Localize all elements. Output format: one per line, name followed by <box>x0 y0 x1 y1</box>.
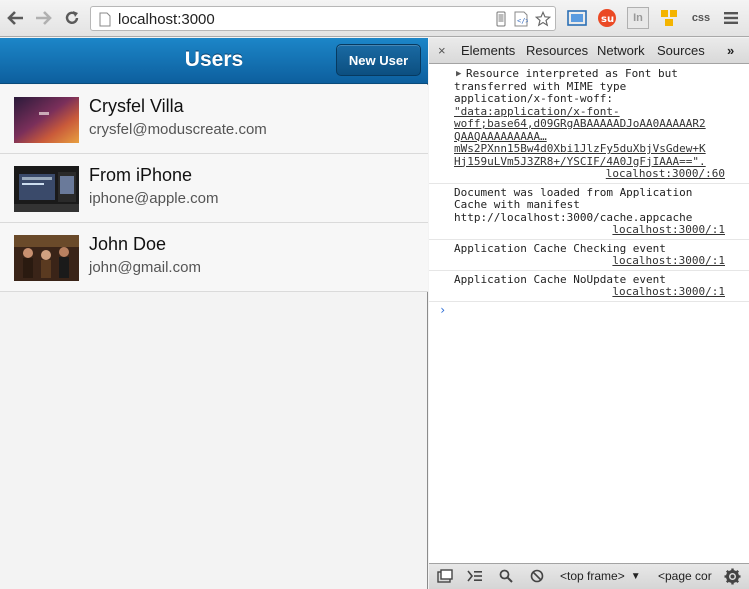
gear-icon[interactable] <box>724 568 741 585</box>
list-item[interactable]: From iPhone iphone@apple.com <box>0 154 428 223</box>
user-email: crysfel@moduscreate.com <box>89 121 267 138</box>
mobile-icon[interactable] <box>493 11 509 27</box>
console-message: ▶ Resource interpreted as Font but trans… <box>429 65 749 184</box>
address-bar[interactable]: localhost:3000 </> <box>90 6 556 31</box>
user-email: iphone@apple.com <box>89 190 219 207</box>
star-icon[interactable] <box>535 10 551 27</box>
data-url-link[interactable]: mWs2PXnn15Bw4d0Xbi1JlzFy5duXbjVsGdew+K <box>454 142 706 155</box>
code-icon[interactable]: </> <box>513 11 529 27</box>
data-url-link[interactable]: woff;base64,d09GRgABAAAAADJoAA0AAAAAR2 <box>454 117 706 130</box>
cube-extension-icon[interactable] <box>658 7 680 29</box>
page-icon <box>97 11 113 27</box>
devtools-panel: × Elements Resources Network Sources » ▶… <box>429 38 749 589</box>
chevron-down-icon: ▼ <box>630 570 641 582</box>
console-prompt-row[interactable]: › <box>429 302 749 320</box>
app-pane: Users New User Crysfel Villa crysfel@mod… <box>0 38 428 589</box>
close-icon[interactable]: × <box>438 43 446 58</box>
window-resizer-icon[interactable] <box>566 7 588 29</box>
reload-icon[interactable] <box>62 8 82 28</box>
console-message: Application Cache NoUpdate event localho… <box>429 271 749 302</box>
message-line: Resource interpreted as Font but <box>466 67 678 80</box>
console-output: ▶ Resource interpreted as Font but trans… <box>429 65 749 563</box>
data-url-link[interactable]: "data:application/x-font- <box>454 105 620 118</box>
console-message: Application Cache Checking event localho… <box>429 240 749 271</box>
avatar <box>14 235 79 281</box>
list-item[interactable]: Crysfel Villa crysfel@moduscreate.com <box>0 85 428 154</box>
forward-icon[interactable] <box>33 8 53 28</box>
tab-elements[interactable]: Elements <box>461 43 515 58</box>
title-bar: Users New User <box>0 38 428 84</box>
svg-text:su: su <box>601 14 614 25</box>
svg-text:</>: </> <box>517 17 528 25</box>
source-link[interactable]: localhost:3000/:1 <box>454 254 725 268</box>
expand-triangle-icon[interactable]: ▶ <box>456 68 461 81</box>
user-name: From iPhone <box>89 165 193 185</box>
browser-toolbar: localhost:3000 </> su In css <box>0 0 749 37</box>
tab-sources[interactable]: Sources <box>657 43 705 58</box>
clear-console-icon[interactable] <box>530 569 544 583</box>
dock-icon[interactable] <box>437 569 453 583</box>
devtools-tab-bar: × Elements Resources Network Sources » <box>429 38 749 64</box>
back-icon[interactable] <box>6 8 26 28</box>
list-item[interactable]: John Doe john@gmail.com <box>0 223 428 292</box>
avatar <box>14 166 79 212</box>
user-list: Crysfel Villa crysfel@moduscreate.com Fr… <box>0 85 428 292</box>
css-extension-icon[interactable]: css <box>690 7 712 29</box>
source-link[interactable]: localhost:3000/:1 <box>454 285 725 299</box>
avatar <box>14 97 79 143</box>
new-user-button[interactable]: New User <box>336 44 421 76</box>
tab-resources[interactable]: Resources <box>526 43 588 58</box>
extension-in-label: In <box>633 12 643 24</box>
source-link[interactable]: localhost:3000/:60 <box>454 167 725 181</box>
page-context-select[interactable]: <page cor <box>658 569 718 583</box>
extension-css-label: css <box>691 12 711 24</box>
menu-icon[interactable] <box>720 7 742 29</box>
user-name: John Doe <box>89 234 167 254</box>
devtools-status-bar: <top frame> ▼ <page cor <box>429 563 749 589</box>
data-url-link[interactable]: QAAQAAAAAAAAA… <box>454 130 547 143</box>
tab-network[interactable]: Network <box>597 43 645 58</box>
frame-select[interactable]: <top frame> ▼ <box>560 569 641 583</box>
console-prompt-icon: › <box>439 302 447 317</box>
url-text[interactable]: localhost:3000 <box>118 11 215 28</box>
stumbleupon-icon[interactable]: su <box>596 7 618 29</box>
user-name: Crysfel Villa <box>89 96 184 116</box>
more-tabs-icon[interactable]: » <box>727 43 734 58</box>
source-link[interactable]: localhost:3000/:1 <box>454 223 725 237</box>
user-email: john@gmail.com <box>89 259 201 276</box>
console-message: Document was loaded from Application Cac… <box>429 184 749 240</box>
page-context-label: <page cor <box>658 569 712 583</box>
frame-select-label: <top frame> <box>560 569 625 583</box>
show-console-icon[interactable] <box>467 569 483 583</box>
message-line: Cache with manifest <box>454 198 580 211</box>
extension-in-icon[interactable]: In <box>627 7 649 29</box>
data-url-link[interactable]: Hj159uLVm5J3ZR8+/YSCIF/4A0JgFjIAAA==". <box>454 155 706 168</box>
search-icon[interactable] <box>499 569 513 583</box>
